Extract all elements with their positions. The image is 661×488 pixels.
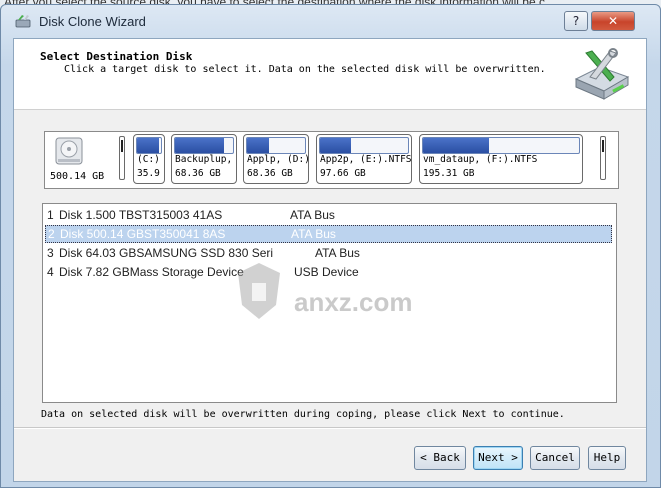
disk-bus: ATA Bus	[290, 208, 335, 222]
hard-disk-icon	[55, 137, 83, 165]
usage-bar	[246, 137, 306, 154]
partition-size: 68.36 GB	[175, 168, 221, 179]
disk-summary[interactable]: 500.14 GB	[47, 134, 107, 186]
watermark-text: anxz.com	[294, 287, 413, 317]
disk-description: Disk 1.500 TBST315003 41AS	[59, 208, 223, 222]
partition-size: 35.9	[137, 168, 160, 179]
site-watermark: anxz.com	[234, 257, 454, 327]
disk-number: 3	[47, 246, 54, 260]
disk-size-label: 500.14 GB	[50, 171, 105, 182]
partition-size: 68.36 GB	[247, 168, 293, 179]
partition-f[interactable]: vm_dataup, (F:).NTFS 195.31 GB	[419, 134, 583, 184]
usage-bar	[319, 137, 409, 154]
partition-name: (C:)	[137, 154, 160, 165]
disk-bus: ATA Bus	[291, 227, 336, 241]
disk-tools-icon	[574, 48, 630, 100]
next-button[interactable]: Next >	[473, 446, 523, 470]
partition-size: 195.31 GB	[423, 168, 475, 179]
page-title: Select Destination Disk	[40, 50, 193, 63]
wizard-header: Select Destination Disk Click a target d…	[14, 39, 646, 110]
status-message: Data on selected disk will be overwritte…	[41, 409, 565, 420]
partition-d[interactable]: Applp, (D:) 68.36 GB	[243, 134, 309, 184]
disk-partition-map[interactable]: 500.14 GB (C:) 35.9 Backuplup, 68.36 GB …	[44, 131, 619, 189]
partition-e[interactable]: App2p, (E:).NTFS 97.66 GB	[316, 134, 412, 184]
usage-bar	[174, 137, 234, 154]
partition-name: Backuplup,	[175, 154, 233, 165]
partition-backuplup[interactable]: Backuplup, 68.36 GB	[171, 134, 237, 184]
partition-name: Applp, (D:)	[247, 154, 309, 165]
disk-number: 2	[48, 227, 55, 241]
usage-fill	[320, 138, 351, 153]
disk-clone-app-icon	[15, 15, 31, 28]
wizard-client-area: Select Destination Disk Click a target d…	[13, 38, 647, 482]
page-subtitle: Click a target disk to select it. Data o…	[64, 64, 546, 75]
disk-number: 4	[47, 265, 54, 279]
watermark-shield-icon	[238, 263, 280, 319]
window-title: Disk Clone Wizard	[39, 14, 146, 29]
partition-name: App2p, (E:).NTFS	[320, 154, 412, 165]
usage-bar	[136, 137, 162, 154]
title-help-button[interactable]: ?	[564, 11, 588, 31]
help-button[interactable]: Help	[588, 446, 626, 470]
usage-bar	[422, 137, 580, 154]
usage-fill	[423, 138, 489, 153]
title-close-button[interactable]: ✕	[591, 11, 635, 31]
title-bar[interactable]: Disk Clone Wizard ? ✕	[1, 5, 660, 35]
disk-number: 1	[47, 208, 54, 222]
usage-fill	[247, 138, 270, 153]
cancel-button[interactable]: Cancel	[530, 446, 580, 470]
partition-size: 97.66 GB	[320, 168, 366, 179]
partition-name: vm_dataup, (F:).NTFS	[423, 154, 538, 165]
disk-list-item-selected[interactable]: 2 Disk 500.14 GBST350041 8AS ATA Bus	[45, 225, 612, 243]
usage-fill	[175, 138, 225, 153]
partition-edge-marker	[119, 136, 125, 180]
usage-fill	[137, 138, 160, 153]
back-button[interactable]: < Back	[414, 446, 466, 470]
partition-edge-marker	[600, 136, 606, 180]
disk-description: Disk 500.14 GBST350041 8AS	[60, 227, 226, 241]
disk-clone-wizard-window: Disk Clone Wizard ? ✕ Select Destination…	[0, 4, 661, 488]
disk-description: Disk 7.82 GBMass Storage Device	[59, 265, 244, 279]
disk-list-item[interactable]: 1 Disk 1.500 TBST315003 41AS ATA Bus	[45, 206, 612, 224]
footer-divider	[14, 427, 646, 429]
partition-c[interactable]: (C:) 35.9	[133, 134, 165, 184]
